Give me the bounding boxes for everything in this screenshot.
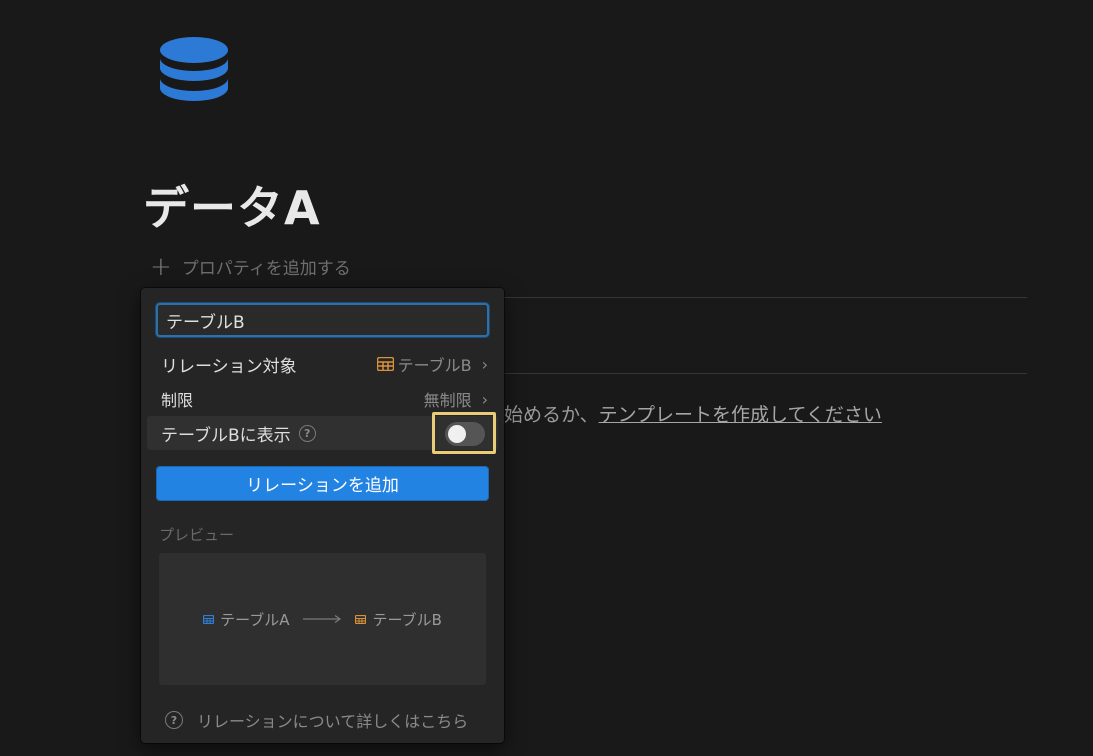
- preview-to: テーブルB: [355, 609, 442, 630]
- chevron-right-icon: ›: [481, 354, 488, 374]
- preview-label: プレビュー: [159, 526, 235, 544]
- relation-name-input[interactable]: [156, 303, 489, 337]
- empty-state-text: 始めるか、テンプレートを作成してください: [504, 400, 882, 427]
- relation-target-value: テーブルB ›: [376, 352, 488, 376]
- empty-state-prefix: 始めるか、: [504, 404, 599, 426]
- show-in-toggle[interactable]: [445, 422, 485, 446]
- limit-label: 制限: [161, 391, 194, 410]
- arrow-right-icon: [303, 615, 342, 623]
- help-icon[interactable]: ?: [298, 424, 316, 442]
- table-icon: [203, 614, 215, 624]
- learn-more-link[interactable]: ? リレーションについて詳しくはこちら: [165, 708, 468, 732]
- relation-target-row[interactable]: リレーション対象 テーブルB ›: [147, 348, 498, 380]
- relation-config-panel: リレーション対象 テーブルB › 制限 無制限 ›: [141, 288, 504, 743]
- preview-from: テーブルA: [203, 609, 289, 630]
- page-title[interactable]: データA: [143, 172, 321, 238]
- plus-icon: +: [150, 251, 172, 282]
- table-icon: [355, 614, 367, 624]
- preview-from-label: テーブルA: [220, 610, 290, 629]
- divider: [504, 297, 1027, 298]
- divider: [504, 373, 1027, 374]
- add-property-button[interactable]: + プロパティを追加する: [150, 251, 351, 282]
- show-in-label: テーブルBに表示: [161, 425, 291, 446]
- limit-value: 無制限 ›: [424, 387, 488, 411]
- relation-target-label: リレーション対象: [161, 356, 297, 377]
- limit-row[interactable]: 制限 無制限 ›: [147, 383, 498, 415]
- learn-more-label: リレーションについて詳しくはこちら: [197, 712, 469, 731]
- preview-to-label: テーブルB: [372, 610, 442, 629]
- add-property-label: プロパティを追加する: [181, 259, 351, 279]
- database-icon[interactable]: [158, 36, 230, 112]
- chevron-right-icon: ›: [481, 389, 488, 409]
- add-relation-button[interactable]: リレーションを追加: [156, 466, 489, 501]
- relation-target-name: テーブルB: [397, 356, 472, 375]
- create-template-link[interactable]: テンプレートを作成してください: [599, 404, 882, 426]
- page: データA + プロパティを追加する 始めるか、テンプレートを作成してください リ…: [0, 0, 1093, 756]
- relation-preview: テーブルA テーブルB: [159, 553, 486, 685]
- table-icon: [376, 357, 394, 371]
- help-icon: ?: [165, 711, 183, 729]
- toggle-knob: [448, 425, 466, 443]
- limit-value-text: 無制限: [423, 391, 472, 410]
